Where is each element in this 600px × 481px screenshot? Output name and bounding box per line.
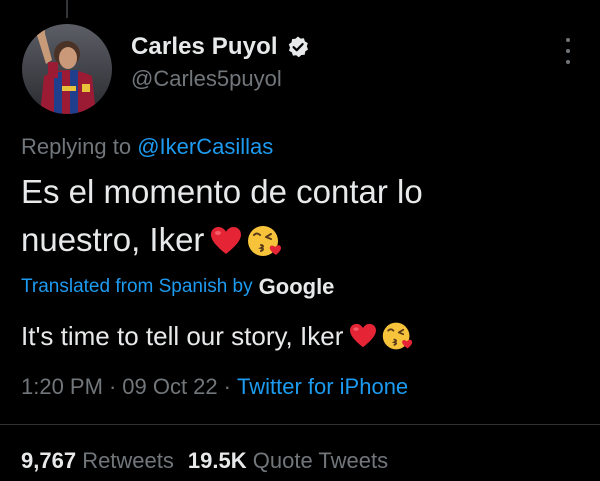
red-heart-emoji xyxy=(349,320,377,348)
retweets-count: 9,767 xyxy=(21,448,77,473)
quote-tweets-stat[interactable]: 19.5K Quote Tweets xyxy=(188,448,388,473)
more-options-icon[interactable] xyxy=(558,38,578,64)
divider xyxy=(0,424,600,425)
more-dot xyxy=(566,49,570,53)
avatar-image xyxy=(22,24,112,114)
retweets-label: Retweets xyxy=(82,448,174,473)
tweet-stats: 9,767 Retweets 19.5K Quote Tweets xyxy=(21,448,402,474)
google-logo: Google xyxy=(258,274,335,299)
more-dot xyxy=(566,60,570,64)
reply-mention-link[interactable]: @IkerCasillas xyxy=(137,134,273,159)
author-block: Carles Puyol @Carles5puyol xyxy=(131,32,310,92)
tweet-date[interactable]: 09 Oct 22 xyxy=(122,374,217,399)
avatar[interactable] xyxy=(22,24,112,114)
replying-to: Replying to @IkerCasillas xyxy=(21,134,273,160)
face-blowing-kiss-emoji xyxy=(381,320,413,352)
tweet-source-link[interactable]: Twitter for iPhone xyxy=(237,374,408,399)
translated-text: It's time to tell our story, Iker xyxy=(21,316,581,356)
more-dot xyxy=(566,38,570,42)
translated-by[interactable]: Translated from Spanish by Google xyxy=(21,274,334,300)
meta-separator: · xyxy=(108,374,117,399)
retweets-stat[interactable]: 9,767 Retweets xyxy=(21,448,174,473)
tweet-text-line-2: nuestro, Iker xyxy=(21,216,561,264)
tweet-time[interactable]: 1:20 PM xyxy=(21,374,103,399)
face-blowing-kiss-emoji xyxy=(246,223,282,259)
user-handle[interactable]: @Carles5puyol xyxy=(131,66,310,92)
quote-tweets-count: 19.5K xyxy=(187,448,247,473)
meta-separator: · xyxy=(223,374,231,399)
tweet-text: Es el momento de contar lo nuestro, Iker xyxy=(21,168,561,264)
red-heart-emoji xyxy=(210,221,242,254)
quote-tweets-label: Quote Tweets xyxy=(252,448,389,473)
display-name[interactable]: Carles Puyol xyxy=(131,33,278,61)
translated-text-content: It's time to tell our story, Iker xyxy=(21,321,344,351)
replying-prefix: Replying to xyxy=(21,134,132,159)
translated-label: Translated from Spanish by xyxy=(21,276,253,297)
tweet-text-line-1: Es el momento de contar lo xyxy=(21,173,423,210)
tweet-meta: 1:20 PM · 09 Oct 22 · Twitter for iPhone xyxy=(21,374,408,400)
tweet-text-line-2-text: nuestro, Iker xyxy=(21,221,205,258)
thread-connector-line xyxy=(66,0,68,18)
verified-badge-icon xyxy=(286,35,310,59)
